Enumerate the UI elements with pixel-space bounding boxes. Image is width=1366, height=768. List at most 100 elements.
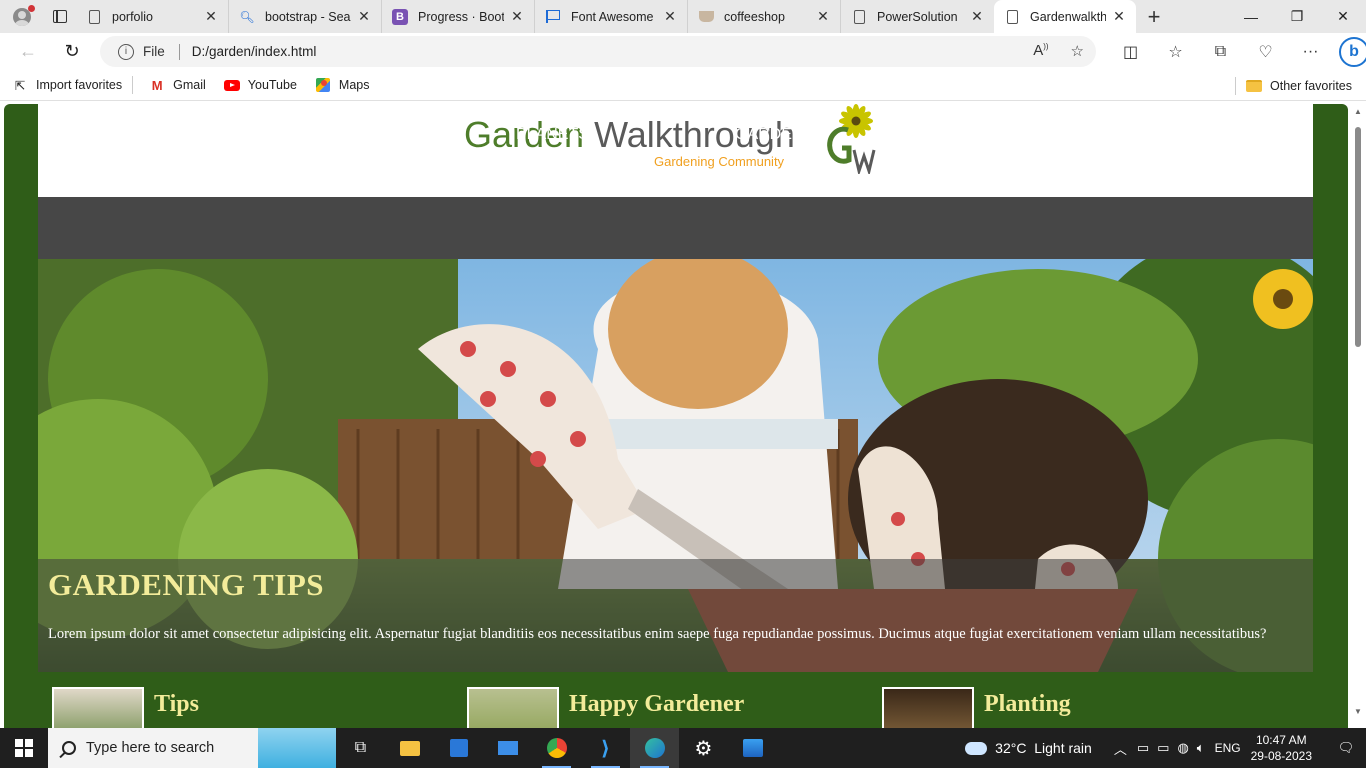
tab-font-awesome[interactable]: Font Awesome ✕ — [535, 0, 688, 33]
tab-actions-button[interactable] — [44, 0, 76, 33]
device-icon[interactable]: ▭ — [1137, 740, 1149, 756]
search-icon: 🔍︎ — [239, 9, 255, 24]
favorite-maps[interactable]: Maps — [315, 78, 370, 92]
close-icon[interactable]: ✕ — [357, 8, 371, 25]
vscode-icon[interactable]: ⟩ — [581, 728, 630, 768]
feature-tips[interactable]: Tips — [52, 687, 199, 728]
tab-title: PowerSolution — [877, 9, 958, 24]
performance-icon[interactable]: ♡ — [1243, 33, 1288, 70]
close-icon[interactable]: ✕ — [663, 8, 677, 25]
tab-powersolution[interactable]: PowerSolution ✕ — [841, 0, 994, 33]
scheme-label: File — [143, 44, 165, 59]
feature-thumbnail — [882, 687, 974, 728]
collections-icon[interactable]: ⧉ — [1198, 33, 1243, 70]
address-bar[interactable]: i File D:/garden/index.html A)) ☆ — [100, 36, 1096, 67]
start-button[interactable] — [0, 728, 48, 768]
tab-progress-bootstrap[interactable]: B Progress · Bootstrap ✕ — [382, 0, 535, 33]
scroll-up-icon[interactable]: ▲ — [1354, 107, 1362, 116]
feature-title[interactable]: Planting — [984, 687, 1071, 728]
tab-title: Progress · Bootstrap — [418, 9, 504, 24]
close-icon[interactable]: ✕ — [1112, 8, 1126, 25]
site-tagline: Gardening Community — [654, 154, 785, 169]
close-icon[interactable]: ✕ — [510, 8, 524, 25]
favorite-label: YouTube — [247, 78, 297, 92]
youtube-icon — [223, 78, 240, 92]
nav-home[interactable]: HOME — [121, 126, 169, 144]
feature-planting[interactable]: Planting — [882, 687, 1071, 728]
network-icon[interactable]: ◍ — [1177, 740, 1188, 756]
feature-thumbnail — [467, 687, 559, 728]
rain-cloud-icon — [965, 741, 988, 755]
task-view-button[interactable]: ⧉ — [336, 728, 385, 768]
page-icon — [851, 9, 867, 25]
scroll-down-icon[interactable]: ▼ — [1354, 707, 1362, 716]
mail-icon[interactable] — [483, 728, 532, 768]
page-viewport: Garden Walkthrough Gardening Community H… — [0, 101, 1366, 728]
site-header: Garden Walkthrough Gardening Community — [38, 104, 1313, 197]
nav-planets[interactable]: PLANETS — [516, 126, 589, 144]
edge-icon[interactable] — [630, 728, 679, 768]
nav-about[interactable]: ABOUT — [315, 126, 370, 144]
other-favorites[interactable]: Other favorites — [1231, 70, 1352, 101]
info-icon[interactable]: i — [118, 43, 134, 60]
taskbar-search[interactable]: Type here to search — [48, 728, 336, 768]
favorite-import[interactable]: ⇱ Import favorites — [12, 78, 122, 93]
chevron-up-icon[interactable]: ︿ — [1114, 739, 1127, 758]
volume-icon[interactable]: 🔈︎ — [1197, 740, 1205, 756]
gmail-icon: M — [151, 77, 163, 93]
nav-contact[interactable]: CONTACT — [1154, 126, 1230, 144]
tab-title: Gardenwalkthrough — [1030, 9, 1106, 24]
favorite-star-icon[interactable]: ☆ — [1071, 42, 1084, 60]
favorites-icon[interactable]: ☆ — [1153, 33, 1198, 70]
weather-temp: 32°C — [995, 740, 1027, 756]
feature-happy-gardener[interactable]: Happy Gardener — [467, 687, 744, 728]
profile-button[interactable] — [0, 0, 44, 33]
back-button[interactable]: ← — [8, 33, 48, 70]
battery-icon[interactable]: ▭ — [1157, 740, 1169, 756]
scrollbar-thumb[interactable] — [1355, 127, 1361, 347]
tab-porfolio[interactable]: porfolio ✕ — [76, 0, 229, 33]
favorite-gmail[interactable]: M Gmail — [149, 77, 206, 93]
close-icon[interactable]: ✕ — [970, 8, 984, 25]
tab-bootstrap-search[interactable]: 🔍︎ bootstrap - Search ✕ — [229, 0, 382, 33]
refresh-button[interactable]: ↻ — [52, 33, 92, 70]
feature-title[interactable]: Happy Gardener — [569, 687, 744, 728]
favorite-youtube[interactable]: YouTube — [223, 78, 297, 92]
nav-news[interactable]: NEWS — [960, 126, 1008, 144]
close-icon[interactable]: ✕ — [816, 8, 830, 25]
restore-button[interactable]: ❐ — [1274, 0, 1320, 33]
page-body: Garden Walkthrough Gardening Community H… — [4, 104, 1348, 728]
favorites-bar: ⇱ Import favorites M Gmail YouTube Maps … — [0, 70, 1366, 101]
divider — [178, 43, 180, 60]
more-menu-icon[interactable]: ··· — [1288, 33, 1333, 70]
search-highlight-image[interactable] — [258, 728, 336, 768]
tab-coffeeshop[interactable]: coffeeshop ✕ — [688, 0, 841, 33]
url-text[interactable]: D:/garden/index.html — [192, 44, 317, 59]
file-explorer-icon[interactable] — [385, 728, 434, 768]
notifications-icon[interactable]: 🗨︎ — [1326, 728, 1366, 768]
new-tab-button[interactable]: + — [1136, 0, 1172, 33]
photos-icon[interactable] — [728, 728, 777, 768]
read-aloud-icon[interactable]: A)) — [1033, 42, 1048, 60]
split-screen-icon[interactable]: ◫ — [1108, 33, 1153, 70]
bing-copilot-icon[interactable]: b — [1339, 36, 1366, 67]
close-icon[interactable]: ✕ — [204, 8, 218, 25]
close-window-button[interactable]: ✕ — [1320, 0, 1366, 33]
site-logo[interactable] — [818, 104, 888, 174]
weather-widget[interactable]: 32°C Light rain — [965, 740, 1092, 756]
clock-date: 29-08-2023 — [1250, 749, 1312, 763]
windows-icon — [15, 739, 33, 757]
nav-gardens[interactable]: GARDENS — [735, 126, 814, 144]
tab-title: bootstrap - Search — [265, 9, 351, 24]
language-indicator[interactable]: ENG — [1215, 741, 1241, 755]
hero-slide[interactable]: GARDENING TIPS Lorem ipsum dolor sit ame… — [38, 259, 1313, 672]
tab-gardenwalkthrough[interactable]: Gardenwalkthrough ✕ — [994, 0, 1136, 33]
favorite-label: Gmail — [173, 78, 206, 92]
chrome-icon[interactable] — [532, 728, 581, 768]
microsoft-store-icon[interactable] — [434, 728, 483, 768]
clock[interactable]: 10:47 AM 29-08-2023 — [1251, 732, 1312, 764]
settings-icon[interactable]: ⚙ — [679, 728, 728, 768]
page-scrollbar[interactable]: ▲ ▼ — [1350, 101, 1366, 728]
minimize-button[interactable]: — — [1228, 0, 1274, 33]
feature-title[interactable]: Tips — [154, 687, 199, 728]
